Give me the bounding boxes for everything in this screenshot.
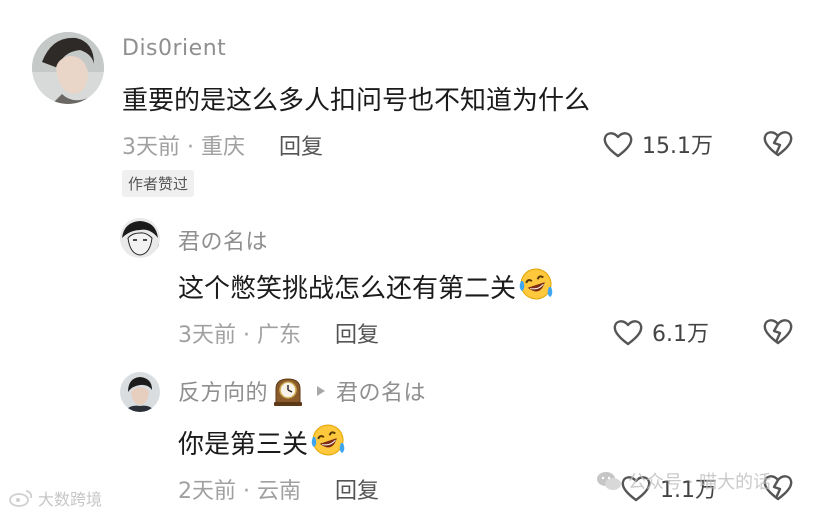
reply-to-username[interactable]: 君の名は (336, 375, 426, 407)
like-button[interactable]: 6.1万 (612, 316, 709, 348)
watermark-left: 大数跨境 (8, 486, 102, 510)
comment-time-location: 3天前 · 广东 (178, 323, 301, 348)
reply-button[interactable]: 回复 (335, 317, 379, 349)
heart-outline-icon (603, 132, 633, 158)
weibo-logo-icon (8, 488, 34, 508)
broken-heart-icon (763, 131, 793, 157)
reply-button[interactable]: 回复 (279, 129, 323, 161)
dislike-button[interactable] (762, 316, 794, 350)
reply-button[interactable]: 回复 (335, 473, 379, 505)
comment-time-location: 3天前 · 重庆 (122, 135, 245, 160)
dislike-button[interactable] (762, 128, 794, 162)
avatar-kiminonawa[interactable] (120, 218, 160, 258)
heart-outline-icon (613, 320, 643, 346)
comment-meta-row: 2天前 · 云南 回复 (178, 474, 379, 504)
comment-meta-row: 3天前 · 广东 回复 (178, 318, 379, 348)
like-count: 15.1万 (642, 134, 713, 159)
comment-username[interactable]: 反方向的 (178, 375, 268, 407)
avatar-dis0rient[interactable] (32, 32, 104, 104)
comment-text: 重要的是这么多人扣问号也不知道为什么 (122, 86, 591, 116)
laugh-cry-emoji-icon (310, 422, 346, 462)
comment-text-row: 你是第三关 (178, 422, 346, 462)
comment-text: 你是第三关 (178, 429, 309, 460)
broken-heart-icon (763, 319, 793, 345)
reply-header: 反方向的 君の名は (178, 374, 426, 408)
comment-username[interactable]: Dis0rient (122, 36, 226, 61)
laugh-cry-emoji-icon (518, 266, 554, 306)
wechat-logo-icon (596, 470, 622, 492)
comment-username[interactable]: 君の名は (178, 224, 268, 256)
watermark-right-text: 公众号 · 喵大的话 (628, 472, 772, 493)
avatar-fanfangxiang[interactable] (120, 372, 160, 412)
like-button[interactable]: 15.1万 (602, 128, 713, 160)
comment-text: 这个憋笑挑战怎么还有第二关 (178, 273, 517, 304)
like-count: 6.1万 (652, 322, 709, 347)
comment-text-row: 这个憋笑挑战怎么还有第二关 (178, 266, 554, 306)
author-liked-badge: 作者赞过 (122, 170, 195, 197)
watermark-left-text: 大数跨境 (38, 490, 103, 509)
watermark-right: 公众号 · 喵大的话 (596, 468, 771, 494)
comment-time-location: 2天前 · 云南 (178, 479, 301, 504)
triangle-right-icon (316, 385, 326, 397)
mantel-clock-icon (272, 375, 304, 407)
comment-meta-row: 3天前 · 重庆 回复 (122, 130, 323, 160)
